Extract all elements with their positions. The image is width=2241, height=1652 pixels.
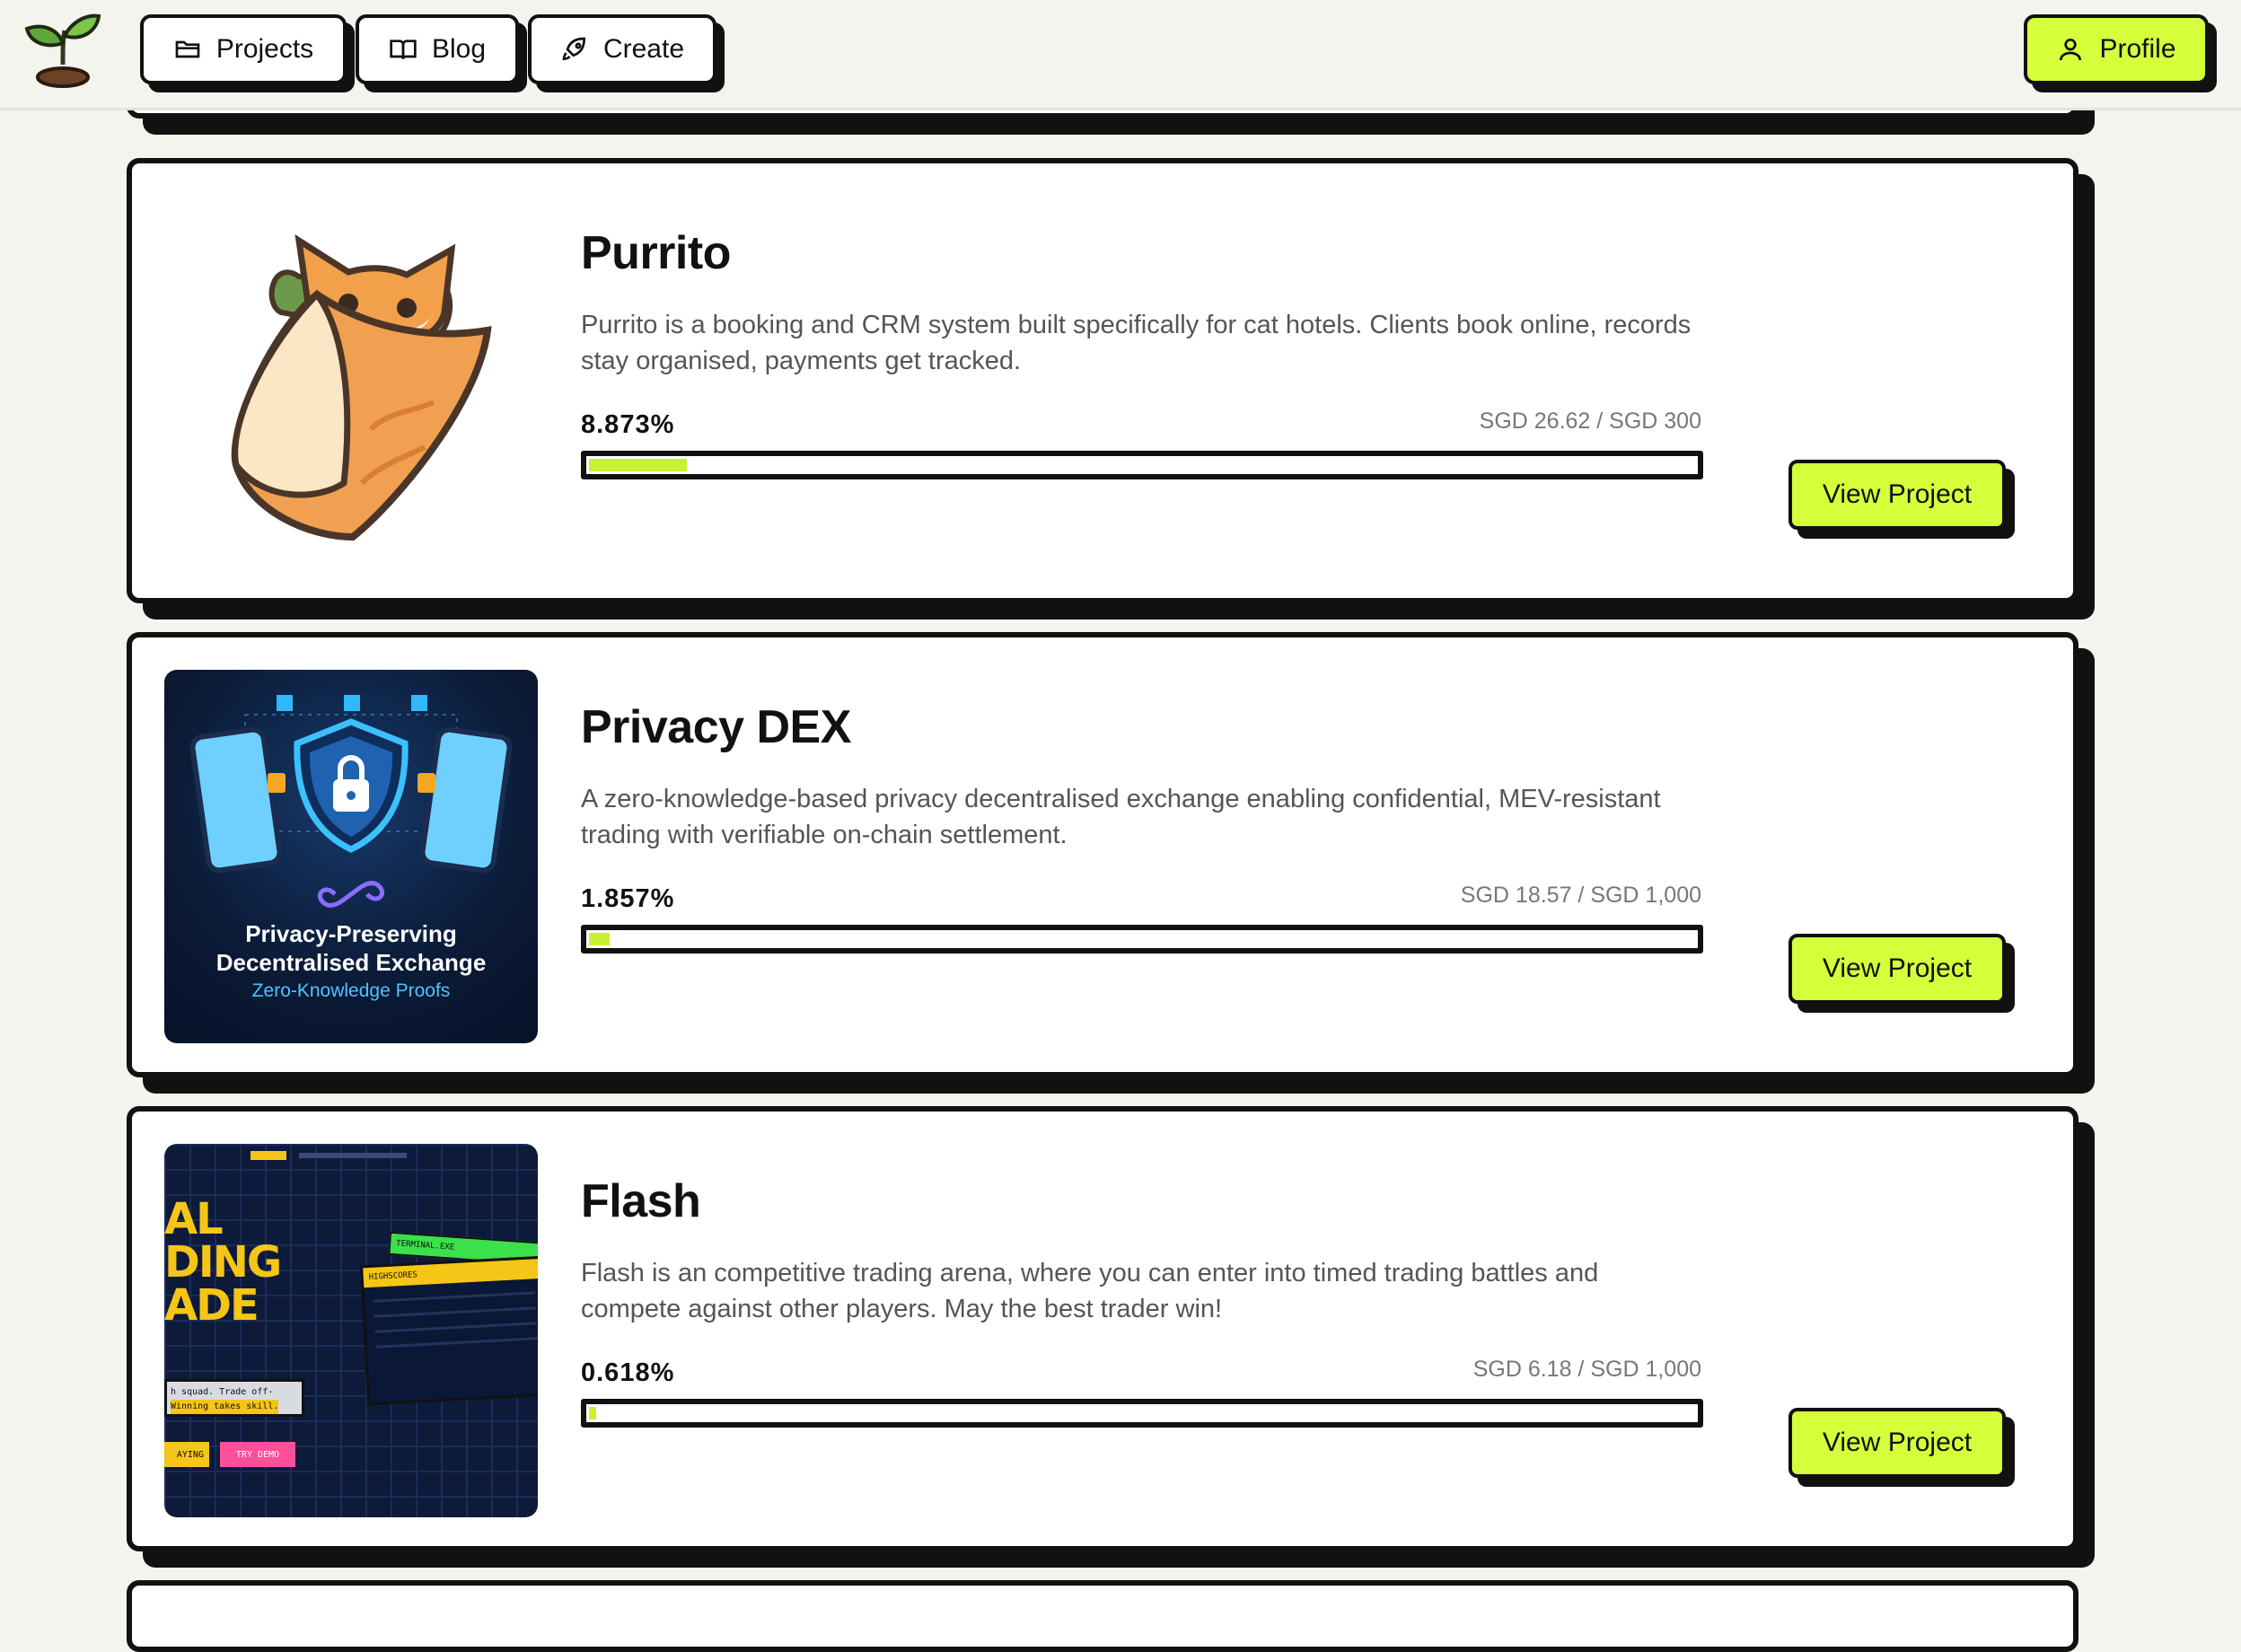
funding-progress-fill	[589, 933, 610, 945]
nav-create-label: Create	[602, 34, 685, 64]
thumbnail-headline: AL DING ADE	[164, 1194, 282, 1331]
top-nav-bar: Projects Blog Create Profile	[0, 0, 2241, 110]
thumbnail-title-line1: Privacy-Preserving	[245, 920, 457, 947]
thumbnail-row	[374, 1291, 535, 1303]
profile-label: Profile	[2099, 34, 2176, 64]
thumbnail-headline-2: DING	[164, 1237, 282, 1287]
funding-progress-bar	[581, 1399, 1703, 1428]
thumbnail-highscore-title: HIGHSCORES	[363, 1258, 538, 1288]
funding-progress-fill	[589, 459, 687, 471]
project-thumbnail: Privacy-Preserving Decentralised Exchang…	[164, 670, 538, 1043]
cat-burrito-illustration	[231, 233, 492, 541]
project-card-next	[127, 1580, 2078, 1652]
project-card: AL DING ADE h squad. Trade off- Winning …	[127, 1106, 2078, 1551]
view-project-button[interactable]: View Project	[1788, 460, 2006, 530]
book-icon	[390, 40, 417, 59]
project-description: A zero-knowledge-based privacy decentral…	[581, 785, 1661, 849]
nav-projects-button[interactable]: Projects	[140, 14, 347, 84]
thumbnail-title-line2: Decentralised Exchange	[215, 949, 487, 976]
rocket-icon	[562, 37, 585, 61]
funding-percent: 8.873%	[581, 410, 675, 439]
nav-create-button[interactable]: Create	[528, 14, 716, 84]
thumbnail-tagline-2: Winning takes skill.	[171, 1400, 279, 1414]
project-title: Flash	[581, 1175, 701, 1227]
project-description: Flash is an competitive trading arena, w…	[581, 1259, 1599, 1323]
funding-amount: SGD 26.62 / SGD 300	[1479, 409, 1701, 434]
sprout-logo-icon[interactable]	[23, 13, 102, 88]
thumbnail-nav-strip	[299, 1153, 407, 1158]
view-project-button[interactable]: View Project	[1788, 1408, 2006, 1478]
thumbnail-row	[375, 1337, 538, 1349]
project-thumbnail	[164, 196, 538, 569]
funding-progress-bar	[581, 451, 1703, 479]
nav-blog-button[interactable]: Blog	[356, 14, 519, 84]
thumbnail-row	[374, 1322, 537, 1333]
project-card: Purrito Purrito is a booking and CRM sys…	[127, 158, 2078, 603]
thumbnail-subtitle: Zero-Knowledge Proofs	[251, 980, 451, 1001]
funding-progress-bar	[581, 925, 1703, 953]
nav-blog-label: Blog	[431, 34, 487, 64]
thumbnail-tagline-1: h squad. Trade off-	[171, 1387, 274, 1397]
thumbnail-title: Privacy-Preserving Decentralised Exchang…	[164, 919, 538, 977]
thumbnail-highscore-panel: HIGHSCORES	[360, 1255, 538, 1406]
funding-progress-fill	[589, 1407, 596, 1419]
thumbnail-try-demo-button: TRY DEMO	[220, 1442, 295, 1467]
project-thumbnail: AL DING ADE h squad. Trade off- Winning …	[164, 1144, 538, 1517]
project-title: Privacy DEX	[581, 701, 851, 753]
thumbnail-headline-3: ADE	[164, 1280, 259, 1331]
funding-percent: 1.857%	[581, 884, 675, 913]
funding-percent: 0.618%	[581, 1358, 675, 1387]
project-description: Purrito is a booking and CRM system buil…	[581, 311, 1692, 375]
funding-amount: SGD 18.57 / SGD 1,000	[1460, 883, 1701, 908]
funding-amount: SGD 6.18 / SGD 1,000	[1472, 1357, 1701, 1382]
thumbnail-tagline-box: h squad. Trade off- Winning takes skill.	[164, 1379, 304, 1417]
project-title: Purrito	[581, 227, 731, 279]
user-icon	[2060, 39, 2082, 61]
profile-button[interactable]: Profile	[2024, 14, 2209, 84]
thumbnail-playing-button: AYING	[164, 1442, 209, 1467]
thumbnail-headline-1: AL	[164, 1194, 224, 1244]
nav-projects-label: Projects	[215, 34, 314, 64]
thumbnail-row	[374, 1306, 536, 1318]
project-card: Privacy-Preserving Decentralised Exchang…	[127, 632, 2078, 1077]
folder-icon	[175, 40, 200, 58]
thumbnail-home-tab	[250, 1151, 286, 1160]
view-project-button[interactable]: View Project	[1788, 934, 2006, 1004]
